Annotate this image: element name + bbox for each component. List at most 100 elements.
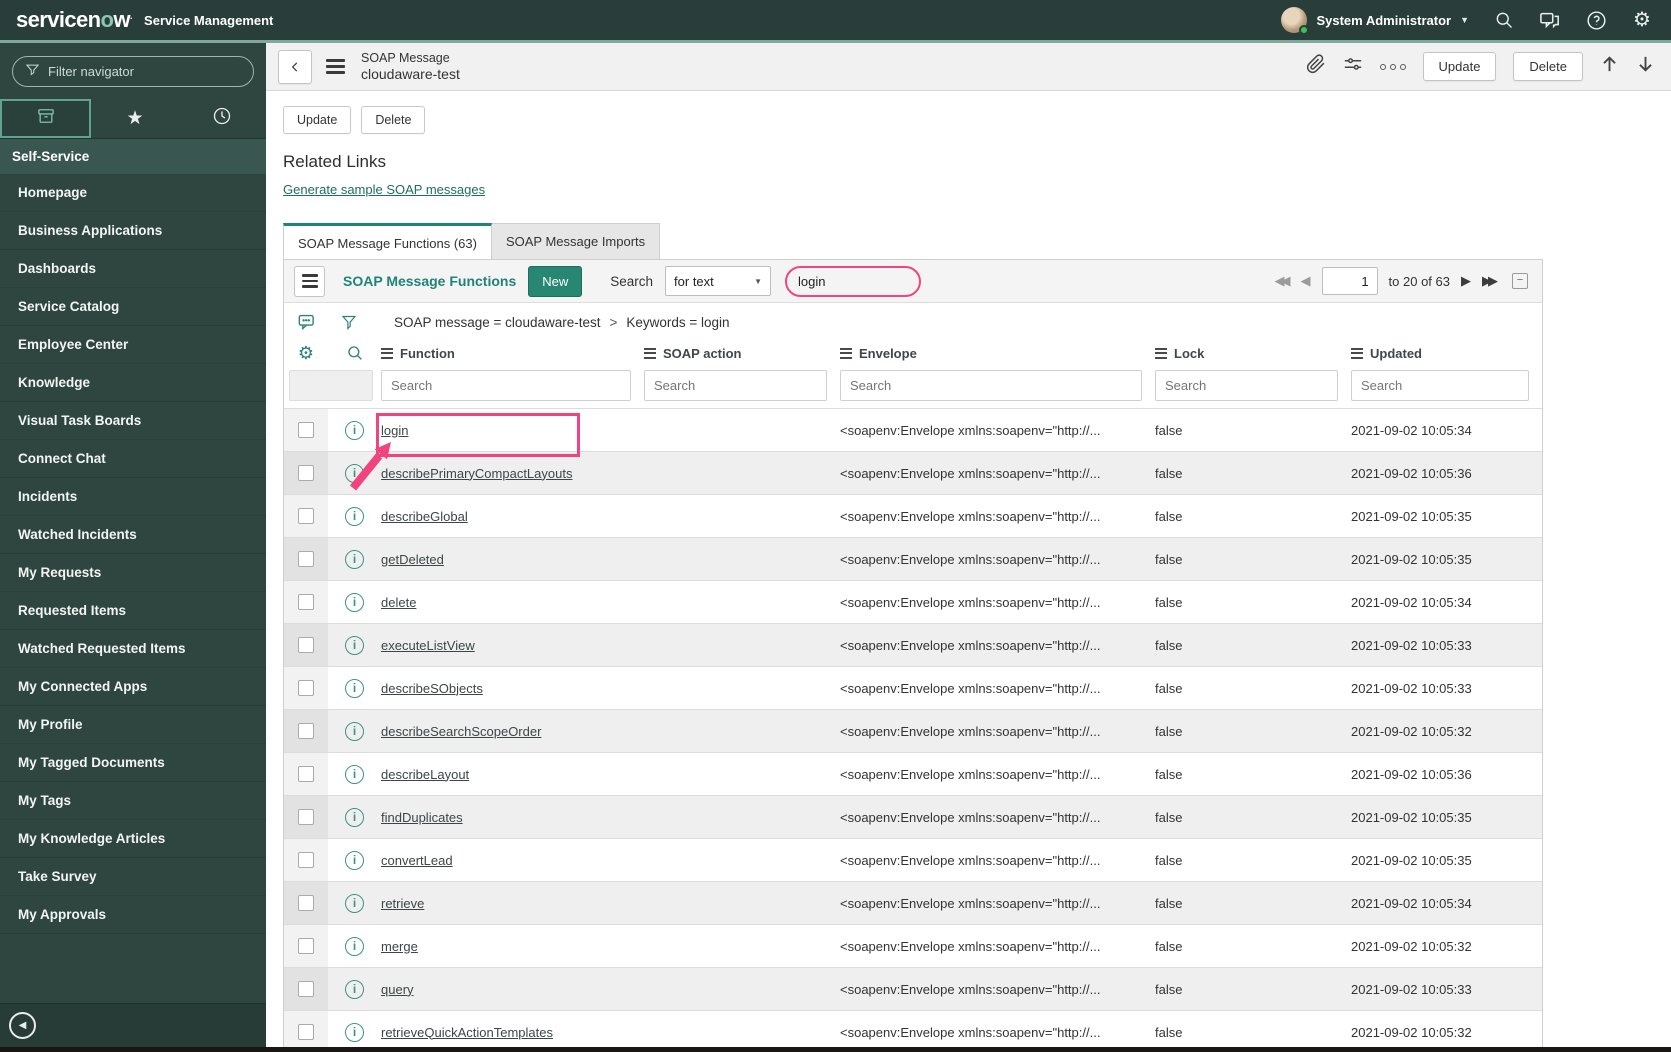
column-search-input-lock[interactable]: [1155, 370, 1338, 401]
function-link[interactable]: getDeleted: [381, 552, 444, 567]
sidebar-item-my-knowledge-articles[interactable]: My Knowledge Articles: [0, 820, 266, 858]
info-icon[interactable]: i: [345, 936, 364, 956]
row-checkbox[interactable]: [298, 938, 314, 954]
row-checkbox[interactable]: [298, 637, 314, 653]
info-icon[interactable]: i: [345, 893, 364, 913]
function-link[interactable]: findDuplicates: [381, 810, 463, 825]
row-checkbox[interactable]: [298, 422, 314, 438]
breadcrumb-soap-message[interactable]: SOAP message = cloudaware-test: [394, 315, 600, 330]
list-context-menu-icon[interactable]: [294, 265, 325, 297]
row-checkbox[interactable]: [298, 1024, 314, 1040]
user-menu[interactable]: System Administrator ▼: [1281, 7, 1469, 35]
first-page-icon[interactable]: ◀◀: [1275, 273, 1291, 289]
function-link[interactable]: executeListView: [381, 638, 475, 653]
global-search-icon[interactable]: [1493, 9, 1515, 31]
function-link[interactable]: login: [381, 423, 408, 438]
info-icon[interactable]: i: [345, 506, 364, 526]
collapse-list-icon[interactable]: −: [1512, 273, 1528, 289]
info-icon[interactable]: i: [345, 807, 364, 827]
function-link[interactable]: convertLead: [381, 853, 453, 868]
tab-favorites[interactable]: ★: [91, 99, 178, 138]
column-header-envelope[interactable]: Envelope: [840, 346, 1155, 361]
delete-button-header[interactable]: Delete: [1513, 52, 1583, 81]
function-link[interactable]: delete: [381, 595, 416, 610]
function-link[interactable]: describePrimaryCompactLayouts: [381, 466, 572, 481]
sidebar-item-homepage[interactable]: Homepage: [0, 174, 266, 212]
info-icon[interactable]: i: [345, 463, 364, 483]
tab-all-applications[interactable]: [0, 99, 92, 138]
row-checkbox[interactable]: [298, 809, 314, 825]
filter-navigator-input[interactable]: [48, 64, 241, 79]
update-button[interactable]: Update: [283, 106, 352, 134]
tab-history[interactable]: [179, 99, 266, 138]
info-icon[interactable]: i: [345, 420, 364, 440]
function-link[interactable]: describeLayout: [381, 767, 469, 782]
column-header-lock[interactable]: Lock: [1155, 346, 1351, 361]
sidebar-item-visual-task-boards[interactable]: Visual Task Boards: [0, 402, 266, 440]
function-link[interactable]: describeSearchScopeOrder: [381, 724, 541, 739]
info-icon[interactable]: i: [345, 764, 364, 784]
sidebar-item-watched-requested-items[interactable]: Watched Requested Items: [0, 630, 266, 668]
tab-soap-message-imports[interactable]: SOAP Message Imports: [491, 223, 661, 259]
row-checkbox[interactable]: [298, 465, 314, 481]
attachment-paperclip-icon[interactable]: [1306, 54, 1326, 79]
more-options-icon[interactable]: [1379, 63, 1406, 70]
sidebar-item-requested-items[interactable]: Requested Items: [0, 592, 266, 630]
form-context-menu-icon[interactable]: [326, 59, 345, 74]
row-checkbox[interactable]: [298, 766, 314, 782]
search-type-select[interactable]: for text ▼: [665, 266, 772, 296]
help-icon[interactable]: [1585, 9, 1607, 31]
sidebar-item-my-approvals[interactable]: My Approvals: [0, 896, 266, 934]
filter-navigator[interactable]: [12, 56, 254, 87]
row-checkbox[interactable]: [298, 551, 314, 567]
list-personalize-gear-icon[interactable]: ⚙: [284, 344, 328, 362]
sidebar-item-service-catalog[interactable]: Service Catalog: [0, 288, 266, 326]
info-icon[interactable]: i: [345, 1022, 364, 1042]
previous-page-icon[interactable]: ◀: [1301, 273, 1311, 289]
sidebar-item-incidents[interactable]: Incidents: [0, 478, 266, 516]
row-checkbox[interactable]: [298, 680, 314, 696]
update-button-header[interactable]: Update: [1422, 52, 1497, 81]
list-search-input[interactable]: [789, 268, 918, 294]
info-icon[interactable]: i: [345, 592, 364, 612]
sidebar-item-my-tagged-documents[interactable]: My Tagged Documents: [0, 744, 266, 782]
page-start-input[interactable]: [1321, 267, 1378, 295]
column-menu-icon[interactable]: [381, 347, 393, 359]
connect-chat-icon[interactable]: [1539, 9, 1561, 31]
column-search-input-function[interactable]: [381, 370, 631, 401]
sidebar-item-my-connected-apps[interactable]: My Connected Apps: [0, 668, 266, 706]
servicenow-logo[interactable]: servicenow.: [16, 7, 133, 33]
sidebar-item-take-survey[interactable]: Take Survey: [0, 858, 266, 896]
column-search-toggle-icon[interactable]: [328, 344, 381, 362]
column-header-function[interactable]: Function: [381, 346, 644, 361]
column-menu-icon[interactable]: [1351, 347, 1363, 359]
row-checkbox[interactable]: [298, 981, 314, 997]
back-button[interactable]: [278, 49, 312, 84]
last-page-icon[interactable]: ▶▶: [1482, 273, 1498, 289]
column-header-updated[interactable]: Updated: [1351, 346, 1542, 361]
function-link[interactable]: retrieve: [381, 896, 424, 911]
new-button[interactable]: New: [528, 265, 583, 297]
row-checkbox[interactable]: [298, 508, 314, 524]
column-search-input-envelope[interactable]: [840, 370, 1142, 401]
column-menu-icon[interactable]: [840, 347, 852, 359]
function-link[interactable]: describeGlobal: [381, 509, 468, 524]
personalize-form-icon[interactable]: [1343, 55, 1363, 78]
row-checkbox[interactable]: [298, 723, 314, 739]
info-icon[interactable]: i: [345, 678, 364, 698]
sidebar-item-knowledge[interactable]: Knowledge: [0, 364, 266, 402]
settings-gear-icon[interactable]: ⚙: [1631, 9, 1653, 31]
function-link[interactable]: merge: [381, 939, 418, 954]
column-search-input-updated[interactable]: [1351, 370, 1529, 401]
previous-record-arrow-icon[interactable]: [1600, 54, 1619, 79]
function-link[interactable]: query: [381, 982, 414, 997]
column-header-soap-action[interactable]: SOAP action: [644, 346, 840, 361]
function-link[interactable]: retrieveQuickActionTemplates: [381, 1025, 553, 1040]
sidebar-item-my-tags[interactable]: My Tags: [0, 782, 266, 820]
generate-sample-soap-messages-link[interactable]: Generate sample SOAP messages: [283, 182, 485, 197]
sidebar-item-employee-center[interactable]: Employee Center: [0, 326, 266, 364]
info-icon[interactable]: i: [345, 850, 364, 870]
next-page-icon[interactable]: ▶: [1461, 273, 1471, 289]
list-filter-funnel-icon[interactable]: [340, 313, 358, 332]
sidebar-item-my-profile[interactable]: My Profile: [0, 706, 266, 744]
